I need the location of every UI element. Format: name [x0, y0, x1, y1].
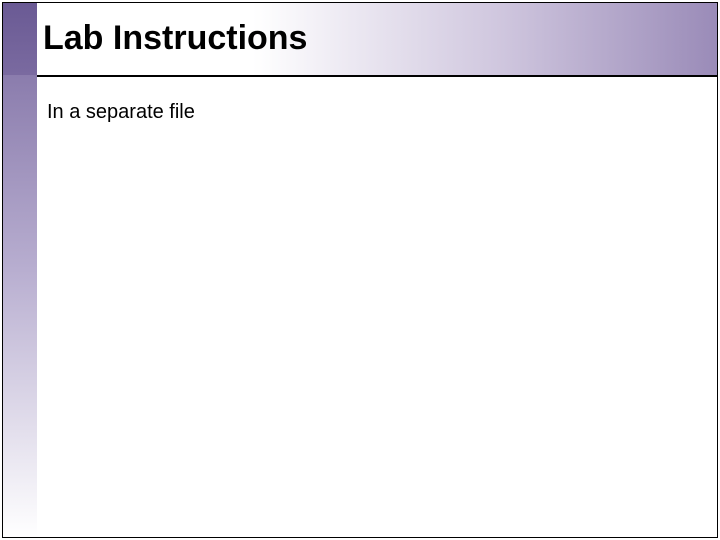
- slide-title: Lab Instructions: [43, 19, 307, 58]
- slide-body-text: In a separate file: [47, 101, 195, 124]
- header-area: Lab Instructions: [3, 3, 717, 75]
- left-accent-bar: [3, 3, 37, 537]
- slide-frame: Lab Instructions In a separate file: [2, 2, 718, 538]
- title-divider: [37, 75, 717, 77]
- left-accent-top: [3, 3, 37, 75]
